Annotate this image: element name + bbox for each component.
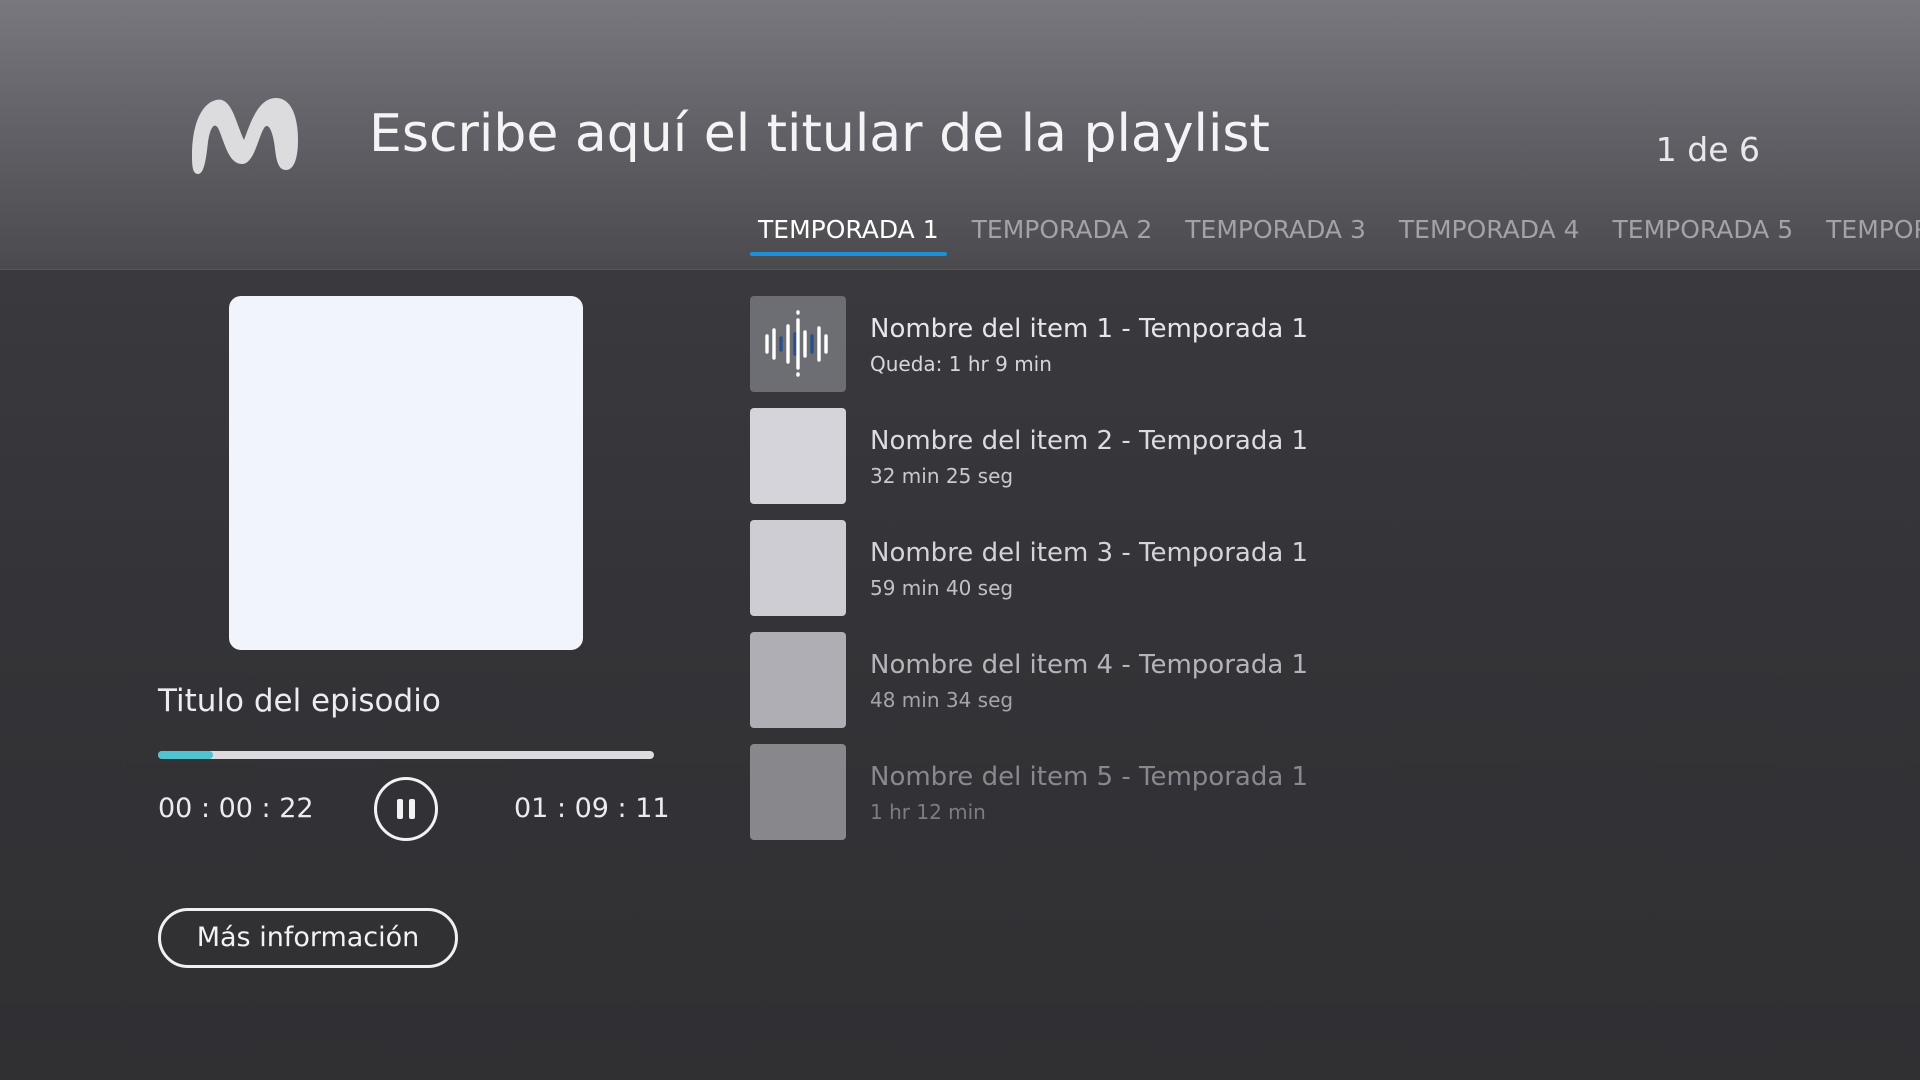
item-duration: 59 min 40 seg — [870, 576, 1014, 600]
item-title: Nombre del item 2 - Temporada 1 — [870, 426, 1309, 456]
pause-icon-bar — [409, 799, 415, 819]
pause-icon — [397, 799, 403, 819]
progress-fill — [158, 751, 213, 759]
item-title: Nombre del item 4 - Temporada 1 — [870, 650, 1309, 680]
page-title: Escribe aquí el titular de la playlist — [369, 104, 1270, 164]
episode-cover-image — [229, 296, 583, 650]
list-item[interactable]: Nombre del item 5 - Temporada 1 1 hr 12 … — [750, 744, 1650, 840]
item-duration: 48 min 34 seg — [870, 688, 1014, 712]
item-duration: 1 hr 12 min — [870, 800, 986, 824]
list-item[interactable]: Nombre del item 3 - Temporada 1 59 min 4… — [750, 520, 1650, 616]
total-time: 01 : 09 : 11 — [514, 793, 670, 824]
season-tabs: TEMPORADA 1 TEMPORADA 2 TEMPORADA 3 TEMPORA… — [750, 212, 1920, 260]
tab-temporada-3[interactable]: TEMPORADA 3 — [1177, 212, 1374, 256]
item-title: Nombre del item 1 - Temporada 1 — [870, 314, 1309, 344]
elapsed-time: 00 : 00 : 22 — [158, 793, 314, 824]
item-title: Nombre del item 3 - Temporada 1 — [870, 538, 1309, 568]
tab-temporada-1[interactable]: TEMPORADA 1 — [750, 212, 947, 256]
list-item[interactable]: Nombre del item 1 - Temporada 1 Queda: 1… — [750, 296, 1650, 392]
header: Escribe aquí el titular de la playlist 1… — [0, 0, 1920, 270]
playlist-page: Escribe aquí el titular de la playlist 1… — [0, 0, 1920, 1080]
item-thumbnail — [750, 520, 846, 616]
tab-temporada-5[interactable]: TEMPORADA 5 — [1605, 212, 1802, 256]
page-indicator: 1 de 6 — [1655, 130, 1760, 169]
pause-button[interactable] — [374, 777, 438, 841]
item-duration: Queda: 1 hr 9 min — [870, 352, 1052, 376]
tab-temporada-6[interactable]: TEMPORADA 6 — [1818, 212, 1920, 256]
list-item[interactable]: Nombre del item 4 - Temporada 1 48 min 3… — [750, 632, 1650, 728]
list-item[interactable]: Nombre del item 2 - Temporada 1 32 min 2… — [750, 408, 1650, 504]
progress-bar[interactable] — [158, 751, 654, 759]
episode-title: Titulo del episodio — [158, 683, 441, 719]
tab-temporada-2[interactable]: TEMPORADA 2 — [964, 212, 1161, 256]
item-thumbnail — [750, 296, 846, 392]
more-info-button[interactable]: Más información — [158, 908, 458, 968]
item-title: Nombre del item 5 - Temporada 1 — [870, 762, 1309, 792]
movistar-logo-icon — [192, 98, 298, 174]
item-duration: 32 min 25 seg — [870, 464, 1014, 488]
item-thumbnail — [750, 632, 846, 728]
tab-temporada-4[interactable]: TEMPORADA 4 — [1391, 212, 1588, 256]
item-thumbnail — [750, 408, 846, 504]
item-thumbnail — [750, 744, 846, 840]
waveform-icon — [765, 310, 828, 377]
